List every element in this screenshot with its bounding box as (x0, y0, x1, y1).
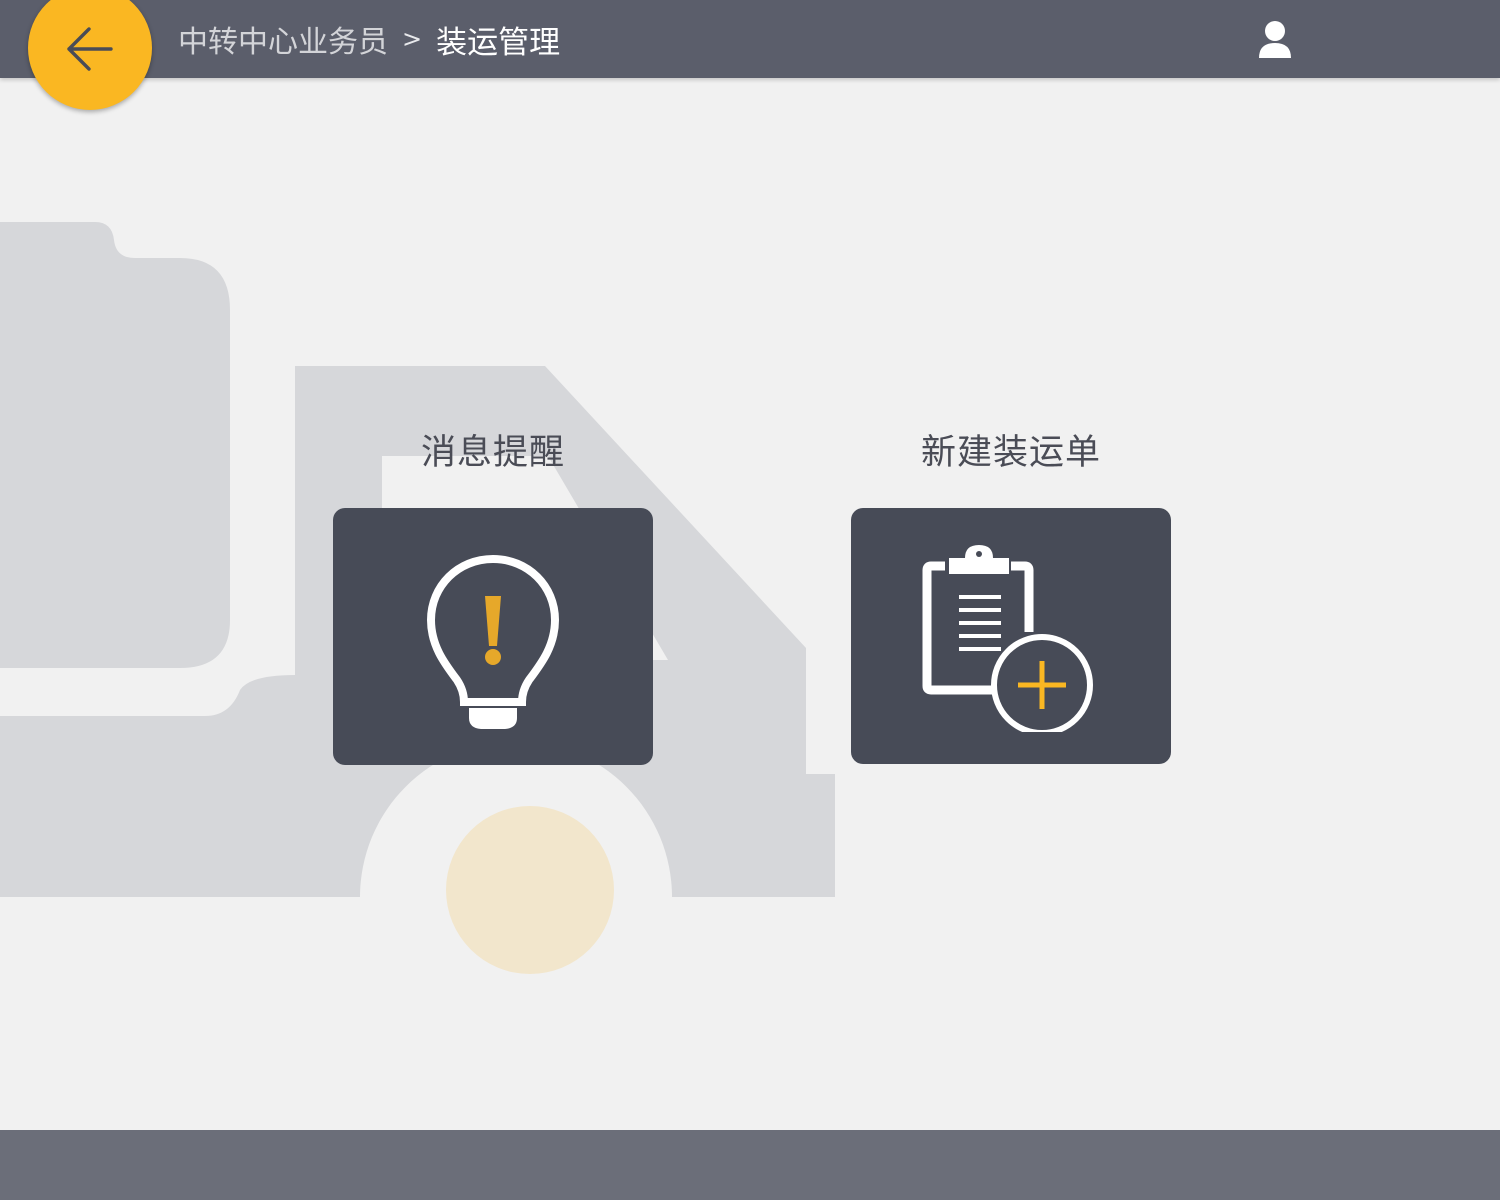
breadcrumb-parent[interactable]: 中转中心业务员 (178, 17, 388, 61)
new-shipment-tile[interactable] (851, 508, 1171, 764)
tile-label-notifications: 消息提醒 (420, 433, 565, 473)
arrow-left-icon (67, 27, 113, 71)
user-icon (1259, 21, 1291, 58)
user-profile-button[interactable] (1256, 20, 1294, 60)
clipboard-add-icon (922, 545, 1093, 732)
app-root: 中转中心业务员 > 装运管理 消息提醒 新建装运单 (0, 0, 1500, 1200)
breadcrumb: 中转中心业务员 > 装运管理 (178, 0, 560, 78)
breadcrumb-separator: > (402, 25, 423, 53)
truck-background-illustration (0, 222, 835, 974)
footer-bar (0, 1130, 1500, 1200)
tile-label-new-shipment: 新建装运单 (920, 433, 1101, 473)
page-title: 装运管理 (436, 24, 561, 61)
notifications-tile[interactable] (333, 508, 653, 765)
lightbulb-alert-icon (426, 554, 560, 729)
